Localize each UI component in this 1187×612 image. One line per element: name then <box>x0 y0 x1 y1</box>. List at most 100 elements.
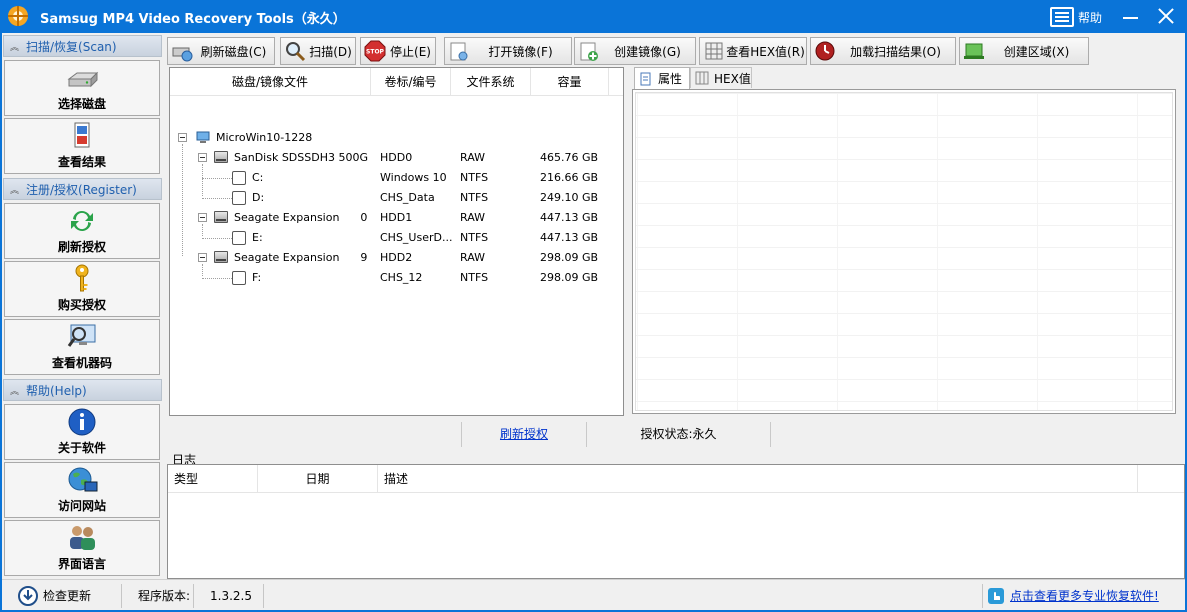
stop-button[interactable]: STOP 停止(E) <box>360 37 436 65</box>
create-image-button[interactable]: 创建镜像(G) <box>574 37 696 65</box>
column-header-label[interactable]: 卷标/编号 <box>371 68 451 96</box>
tab-hex[interactable]: HEX值 <box>690 67 752 88</box>
volume-filesystem: NTFS <box>460 191 489 204</box>
button-label: 停止(E) <box>390 44 431 59</box>
version-label: 程序版本: <box>128 584 194 608</box>
column-header-disk[interactable]: 磁盘/镜像文件 <box>170 68 371 96</box>
search-icon <box>286 42 306 62</box>
disk-label: HDD1 <box>380 211 413 224</box>
sidebar-item-about[interactable]: 关于软件 <box>4 404 160 460</box>
disk-filesystem: RAW <box>460 251 485 264</box>
tree-row[interactable]: E: CHS_UserD... NTFS 447.13 GB <box>170 228 623 248</box>
magnifier-monitor-icon <box>67 324 96 347</box>
sidebar-item-buy-license[interactable]: 购买授权 <box>4 261 160 317</box>
section-label: 帮助(Help) <box>26 383 87 398</box>
file-view-icon <box>74 122 90 148</box>
sidebar-item-label: 选择磁盘 <box>57 97 106 111</box>
volume-label: CHS_12 <box>380 271 423 284</box>
volume-capacity: 249.10 GB <box>540 191 599 204</box>
main-client-area: ︽ 扫描/恢复(Scan) 选择磁盘 查看结果 ︽ 注册/授权(Register… <box>2 33 1185 610</box>
hex-grid-icon <box>705 42 723 60</box>
users-icon <box>70 526 95 550</box>
tree-row[interactable]: D: CHS_Data NTFS 249.10 GB <box>170 188 623 208</box>
sidebar-item-view-machine-code[interactable]: 查看机器码 <box>4 319 160 375</box>
tree-row[interactable]: F: CHS_12 NTFS 298.09 GB <box>170 268 623 288</box>
collapse-toggle[interactable] <box>198 213 207 222</box>
volume-checkbox-icon[interactable] <box>232 231 246 245</box>
volume-name: F: <box>252 271 262 284</box>
disk-name: SanDisk SDSSDH3 500G4... <box>234 151 368 164</box>
minimize-button[interactable] <box>1117 3 1143 29</box>
sidebar-item-visit-website[interactable]: 访问网站 <box>4 462 160 518</box>
sidebar-item-refresh-license[interactable]: 刷新授权 <box>4 203 160 259</box>
properties-grid <box>635 92 1173 411</box>
refresh-icon <box>71 211 93 231</box>
volume-checkbox-icon[interactable] <box>232 271 246 285</box>
help-menu-icon <box>1050 7 1074 27</box>
tree-row[interactable]: Seagate Expansion 9... HDD2 RAW 298.09 G… <box>170 248 623 268</box>
refresh-disk-icon <box>172 47 193 62</box>
collapse-chevron-icon: ︽ <box>10 42 20 53</box>
disk-tree-panel: 磁盘/镜像文件 卷标/编号 文件系统 容量 MicroWin10-1228 Sa… <box>169 67 624 416</box>
sidebar-item-view-results[interactable]: 查看结果 <box>4 118 160 174</box>
volume-capacity: 216.66 GB <box>540 171 599 184</box>
collapse-toggle[interactable] <box>178 133 187 142</box>
stop-icon: STOP <box>364 40 386 62</box>
properties-icon <box>640 72 651 85</box>
sidebar-item-label: 访问网站 <box>57 499 106 513</box>
sidebar-item-language[interactable]: 界面语言 <box>4 520 160 576</box>
toolbar: 刷新磁盘(C) 扫描(D) STOP 停止(E) 打开镜像(F) 创建镜像(G)… <box>167 37 1185 65</box>
sidebar-section-register[interactable]: ︽ 注册/授权(Register) <box>3 178 162 200</box>
view-hex-button[interactable]: 查看HEX值(R) <box>699 37 807 65</box>
collapse-toggle[interactable] <box>198 253 207 262</box>
check-update-button[interactable]: 检查更新 <box>18 584 122 608</box>
scan-button[interactable]: 扫描(D) <box>280 37 356 65</box>
sidebar-section-scan[interactable]: ︽ 扫描/恢复(Scan) <box>3 35 162 57</box>
volume-checkbox-icon[interactable] <box>232 191 246 205</box>
tree-row-root[interactable]: MicroWin10-1228 <box>170 128 623 148</box>
collapse-toggle[interactable] <box>198 153 207 162</box>
volume-label: CHS_Data <box>380 191 435 204</box>
volume-name: D: <box>252 191 265 204</box>
app-logo-icon <box>8 6 28 26</box>
volume-filesystem: NTFS <box>460 271 489 284</box>
column-header-date[interactable]: 日期 <box>258 465 378 493</box>
column-header-type[interactable]: 类型 <box>168 465 258 493</box>
column-header-filesystem[interactable]: 文件系统 <box>451 68 531 96</box>
create-image-icon <box>580 42 598 61</box>
collapse-chevron-icon: ︽ <box>10 185 20 196</box>
create-region-button[interactable]: 创建区域(X) <box>959 37 1089 65</box>
tab-properties[interactable]: 属性 <box>634 67 690 89</box>
sidebar-item-select-disk[interactable]: 选择磁盘 <box>4 60 160 116</box>
column-header-capacity[interactable]: 容量 <box>531 68 609 96</box>
properties-panel <box>632 89 1176 414</box>
info-icon <box>68 408 96 436</box>
sidebar-item-label: 查看机器码 <box>51 356 112 370</box>
sidebar-section-help[interactable]: ︽ 帮助(Help) <box>3 379 162 401</box>
refresh-license-link[interactable]: 刷新授权 <box>500 427 548 441</box>
close-button[interactable] <box>1153 3 1179 29</box>
disk-capacity: 298.09 GB <box>540 251 599 264</box>
tab-label: HEX值 <box>714 71 751 86</box>
help-button[interactable]: 帮助 <box>1050 6 1102 28</box>
tree-row[interactable]: Seagate Expansion 0... HDD1 RAW 447.13 G… <box>170 208 623 228</box>
button-label: 扫描(D) <box>309 44 352 59</box>
tree-row[interactable]: SanDisk SDSSDH3 500G4... HDD0 RAW 465.76… <box>170 148 623 168</box>
hard-disk-icon <box>214 151 228 163</box>
more-software-link[interactable]: 点击查看更多专业恢复软件! <box>1010 584 1159 608</box>
refresh-disk-button[interactable]: 刷新磁盘(C) <box>167 37 275 65</box>
volume-filesystem: NTFS <box>460 231 489 244</box>
load-scan-results-button[interactable]: 加载扫描结果(O) <box>810 37 956 65</box>
stop-icon-text: STOP <box>366 49 385 56</box>
hard-disk-icon <box>67 71 99 88</box>
section-label: 注册/授权(Register) <box>26 182 137 197</box>
license-status-strip: 刷新授权 授权状态:永久 <box>167 421 1185 447</box>
log-header: 类型 日期 描述 <box>168 465 1184 493</box>
open-image-button[interactable]: 打开镜像(F) <box>444 37 572 65</box>
volume-checkbox-icon[interactable] <box>232 171 246 185</box>
volume-name: E: <box>252 231 263 244</box>
tree-row[interactable]: C: Windows 10 NTFS 216.66 GB <box>170 168 623 188</box>
collapse-chevron-icon: ︽ <box>10 386 20 397</box>
properties-tab-strip: 属性 HEX值 <box>632 67 1182 89</box>
column-header-description[interactable]: 描述 <box>378 465 1138 493</box>
